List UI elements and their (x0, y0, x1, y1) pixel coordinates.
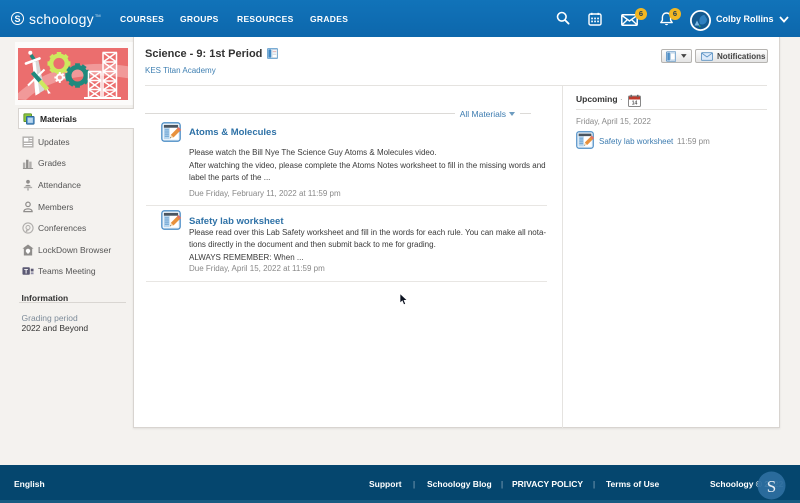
svg-text:S: S (767, 477, 776, 496)
svg-text:T: T (24, 269, 28, 276)
svg-text:14: 14 (632, 101, 638, 107)
